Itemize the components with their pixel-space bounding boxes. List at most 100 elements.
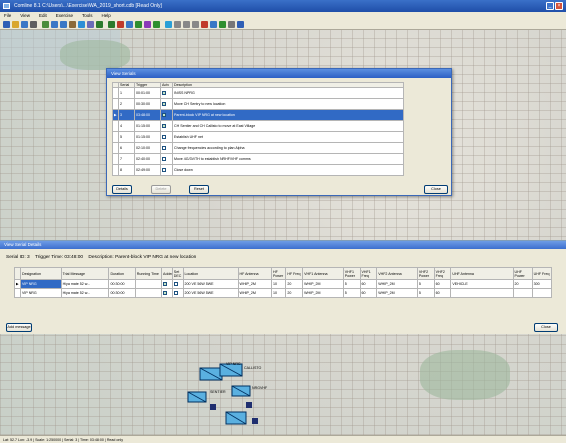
open-icon[interactable] [12,21,19,28]
menu-view[interactable]: View [20,12,30,20]
delete-button: Delete [151,185,171,194]
details-close-button[interactable]: Close [534,323,558,332]
column-header[interactable]: Set DEC [171,267,184,280]
trigger-cell: 02:10:00 [134,142,161,154]
forward-icon[interactable] [108,21,115,28]
settings-icon[interactable] [228,21,235,28]
close-window-button[interactable]: × [555,2,563,10]
table-row[interactable]: 1 00:01:00 INISS NPRG [112,87,404,99]
set-dec-checkbox[interactable] [173,291,178,296]
table-row[interactable]: 4 01:15:00 CH Sentier and CH Callisto to m… [112,120,404,132]
column-header[interactable]: Trial Message [60,267,110,280]
details-button[interactable]: Details [112,185,132,194]
app-icon [3,3,10,9]
print-icon[interactable] [30,21,37,28]
column-header[interactable]: VHF1 Freq [359,267,378,280]
hf-freq-cell: 20 [285,288,304,298]
pan-icon[interactable] [69,21,76,28]
new-icon[interactable] [3,21,10,28]
marker-small-square[interactable] [246,402,252,408]
table-row[interactable]: 7 02:40:00 Move 4G/3V/TH to establish NRHF… [112,153,404,165]
reset-button[interactable]: Reset [189,185,209,194]
column-header[interactable]: Added [161,267,173,280]
record-icon[interactable] [201,21,208,28]
zoom-out-icon[interactable] [60,21,67,28]
marker-nrgvhf[interactable] [231,385,251,397]
column-header[interactable]: VHF1 Antenna [302,267,344,280]
serial-summary: Serial ID: 3 Trigger Time: 03:48:00 Desc… [6,255,196,260]
close-button[interactable]: Close [424,185,448,194]
column-header[interactable]: VHF2 Freq [433,267,452,280]
added-cell [161,279,173,289]
column-header[interactable]: UHF Power [512,267,533,280]
column-header[interactable]: Location [182,267,239,280]
menu-tools[interactable]: Tools [82,12,93,20]
column-header[interactable]: VHF2 Antenna [376,267,418,280]
active-checkbox[interactable] [162,146,166,151]
marker-sentier[interactable] [187,391,207,403]
table-row[interactable]: ▶ 3 03:48:00 Parent-block VIP NRG at new lo… [112,109,404,121]
column-header[interactable]: VHF1 Power [342,267,361,280]
column-header[interactable]: Duration [108,267,136,280]
menu-file[interactable]: File [4,12,11,20]
refresh-icon[interactable] [210,21,217,28]
table-row[interactable]: 6 02:10:00 Change frequencies according to… [112,142,404,154]
active-cell [160,87,173,99]
active-checkbox[interactable] [162,102,166,107]
layers-icon[interactable] [87,21,94,28]
pointer-icon[interactable] [42,21,49,28]
active-checkbox[interactable] [162,91,166,96]
play-icon[interactable] [174,21,181,28]
uhf-pwr-cell [512,288,533,298]
column-header[interactable]: UHF Antenna [450,267,514,280]
trigger-cell: 00:30:00 [134,98,161,110]
marker-small-square[interactable] [210,404,216,410]
marker-unit[interactable] [225,411,247,425]
grid-icon[interactable] [126,21,133,28]
back-icon[interactable] [96,21,103,28]
marker-vip-nrg[interactable] [199,367,223,381]
zoom-in-icon[interactable] [51,21,58,28]
add-message-button[interactable]: Add message [6,323,32,332]
minimize-button[interactable]: _ [546,2,554,10]
stop-icon[interactable] [192,21,199,28]
chart-icon[interactable] [144,21,151,28]
column-header[interactable]: HF Freq [285,267,304,280]
save-icon[interactable] [21,21,28,28]
set-dec-checkbox[interactable] [173,282,178,287]
marker-small-square[interactable] [252,418,258,424]
added-checkbox[interactable] [163,282,168,287]
globe-icon[interactable] [78,21,85,28]
cycle-icon[interactable] [165,21,172,28]
column-header[interactable]: Running Time [134,267,163,280]
added-checkbox[interactable] [163,291,168,296]
help-icon[interactable] [237,21,244,28]
check-icon[interactable] [153,21,160,28]
active-checkbox[interactable] [162,124,166,129]
menu-exercise[interactable]: Exercise [56,12,73,20]
active-checkbox[interactable] [162,168,166,173]
table-icon[interactable] [135,21,142,28]
active-checkbox[interactable] [162,135,166,140]
table-row[interactable]: 2 00:30:00 Move CH Sentry to new location [112,98,404,110]
pause-icon[interactable] [183,21,190,28]
table-row[interactable]: VIP NRG Hiya mate 52 w... 00:30:00 200 VE 5… [14,288,553,298]
column-header[interactable]: VHF2 Power [416,267,435,280]
column-header[interactable]: Designation [19,267,62,280]
flag-icon[interactable] [117,21,124,28]
uhf-freq-cell: 300 [531,279,553,289]
active-checkbox[interactable] [162,113,166,118]
column-header[interactable]: HF Antenna [237,267,273,280]
menu-help[interactable]: Help [102,12,111,20]
table-row[interactable]: 5 01:15:00 Establish UHF net [112,131,404,143]
active-checkbox[interactable] [162,157,166,162]
menu-edit[interactable]: Edit [39,12,47,20]
serial-cell: 6 [118,142,135,154]
serial-cell: 5 [118,131,135,143]
table-row[interactable]: ▶ VIP NRG Hiya mate 52 w... 00:30:00 200 VE … [14,279,553,289]
map-icon[interactable] [219,21,226,28]
column-header[interactable]: UHF Freq [531,267,553,280]
column-header[interactable]: HF Power [271,267,287,280]
table-row[interactable]: 8 02:49:00 Close down [112,164,404,176]
running-cell [134,279,163,289]
